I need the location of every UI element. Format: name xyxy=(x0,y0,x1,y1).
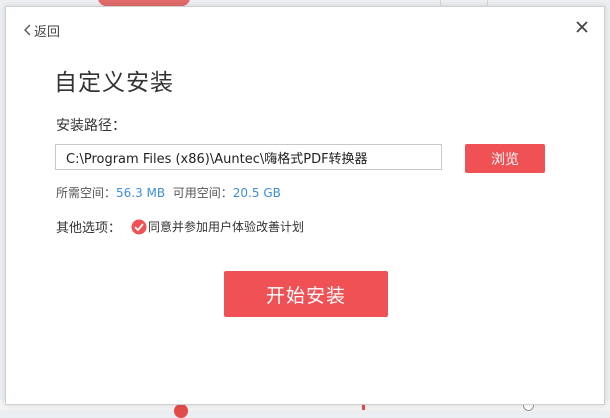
other-options-row: 其他选项： 同意并参加用户体验改善计划 xyxy=(56,217,304,236)
background-red-dot xyxy=(174,404,188,418)
space-info: 所需空间：56.3 MB 可用空间：20.5 GB xyxy=(56,184,281,201)
install-path-input[interactable] xyxy=(55,144,442,170)
dialog-title: 自定义安装 xyxy=(54,70,174,96)
other-options-label: 其他选项： xyxy=(56,221,122,236)
checkbox-checked-icon[interactable] xyxy=(131,219,147,235)
required-space-label: 所需空间： xyxy=(56,186,117,200)
back-label: 返回 xyxy=(34,24,61,40)
required-space-value: 56.3 MB xyxy=(116,186,166,200)
custom-install-dialog: 返回 自定义安装 安装路径： 浏览 所需空间：56.3 MB 可用空间：20.5… xyxy=(5,6,605,405)
available-space-value: 20.5 GB xyxy=(232,186,281,200)
browse-button[interactable]: 浏览 xyxy=(465,144,545,173)
close-icon[interactable] xyxy=(574,19,590,35)
back-button[interactable]: 返回 xyxy=(22,21,61,40)
install-path-label: 安装路径： xyxy=(56,118,126,134)
available-space-label: 可用空间： xyxy=(172,186,233,200)
chevron-left-icon xyxy=(24,24,31,36)
start-install-button[interactable]: 开始安装 xyxy=(224,271,388,317)
user-experience-program-label[interactable]: 同意并参加用户体验改善计划 xyxy=(148,218,304,235)
